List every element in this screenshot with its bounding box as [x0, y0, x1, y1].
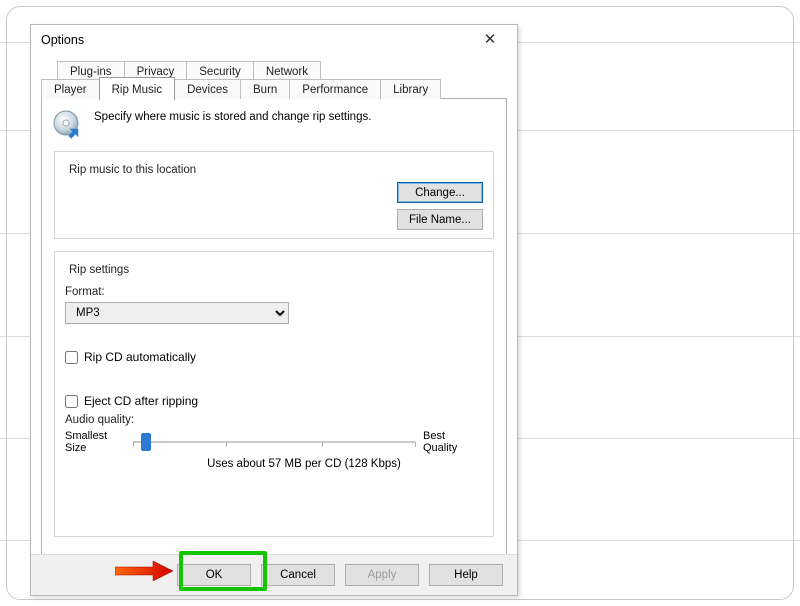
group-rip-settings: Rip settings Format: MP3 Rip CD automati… [54, 251, 494, 537]
file-name-button[interactable]: File Name... [397, 209, 483, 230]
eject-label: Eject CD after ripping [84, 394, 198, 408]
rip-auto-checkbox[interactable] [65, 351, 78, 364]
dialog-button-bar: OK Cancel Apply Help [31, 554, 517, 595]
slider-min-label: SmallestSize [65, 430, 125, 454]
tab-panel-rip-music: Specify where music is stored and change… [41, 98, 507, 565]
close-icon: ✕ [484, 30, 497, 48]
tab-library[interactable]: Library [380, 79, 441, 99]
eject-row[interactable]: Eject CD after ripping [65, 394, 483, 408]
rip-auto-row[interactable]: Rip CD automatically [65, 350, 483, 364]
close-button[interactable]: ✕ [471, 26, 509, 52]
audio-quality-label: Audio quality: [65, 414, 483, 426]
help-button[interactable]: Help [429, 564, 503, 586]
tab-security[interactable]: Security [186, 61, 254, 81]
tab-player[interactable]: Player [41, 79, 100, 99]
tab-strip: Plug-insPrivacySecurityNetwork PlayerRip… [31, 55, 517, 98]
format-label: Format: [65, 286, 483, 298]
intro-row: Specify where music is stored and change… [52, 109, 496, 141]
ok-button[interactable]: OK [177, 564, 251, 586]
cancel-button[interactable]: Cancel [261, 564, 335, 586]
slider-thumb[interactable] [141, 433, 151, 451]
group-rip-location: Rip music to this location Change... Fil… [54, 151, 494, 239]
dialog-title: Options [41, 33, 84, 47]
tab-rip-music[interactable]: Rip Music [99, 77, 175, 100]
tab-performance[interactable]: Performance [289, 79, 381, 99]
titlebar: Options ✕ [31, 25, 517, 55]
format-select[interactable]: MP3 [65, 302, 289, 324]
audio-quality-slider-row: SmallestSize BestQuality [65, 430, 483, 454]
tab-devices[interactable]: Devices [174, 79, 241, 99]
audio-quality-slider[interactable] [133, 432, 415, 454]
usage-text: Uses about 57 MB per CD (128 Kbps) [125, 458, 483, 470]
cd-rip-icon [52, 109, 84, 141]
tab-burn[interactable]: Burn [240, 79, 290, 99]
tab-network[interactable]: Network [253, 61, 321, 81]
eject-checkbox[interactable] [65, 395, 78, 408]
intro-text: Specify where music is stored and change… [94, 109, 371, 123]
options-dialog: Options ✕ Plug-insPrivacySecurityNetwork… [30, 24, 518, 596]
change-button[interactable]: Change... [397, 182, 483, 203]
group-title-settings: Rip settings [65, 264, 133, 276]
apply-button[interactable]: Apply [345, 564, 419, 586]
group-title-location: Rip music to this location [65, 164, 200, 176]
slider-max-label: BestQuality [423, 430, 483, 454]
rip-auto-label: Rip CD automatically [84, 350, 196, 364]
